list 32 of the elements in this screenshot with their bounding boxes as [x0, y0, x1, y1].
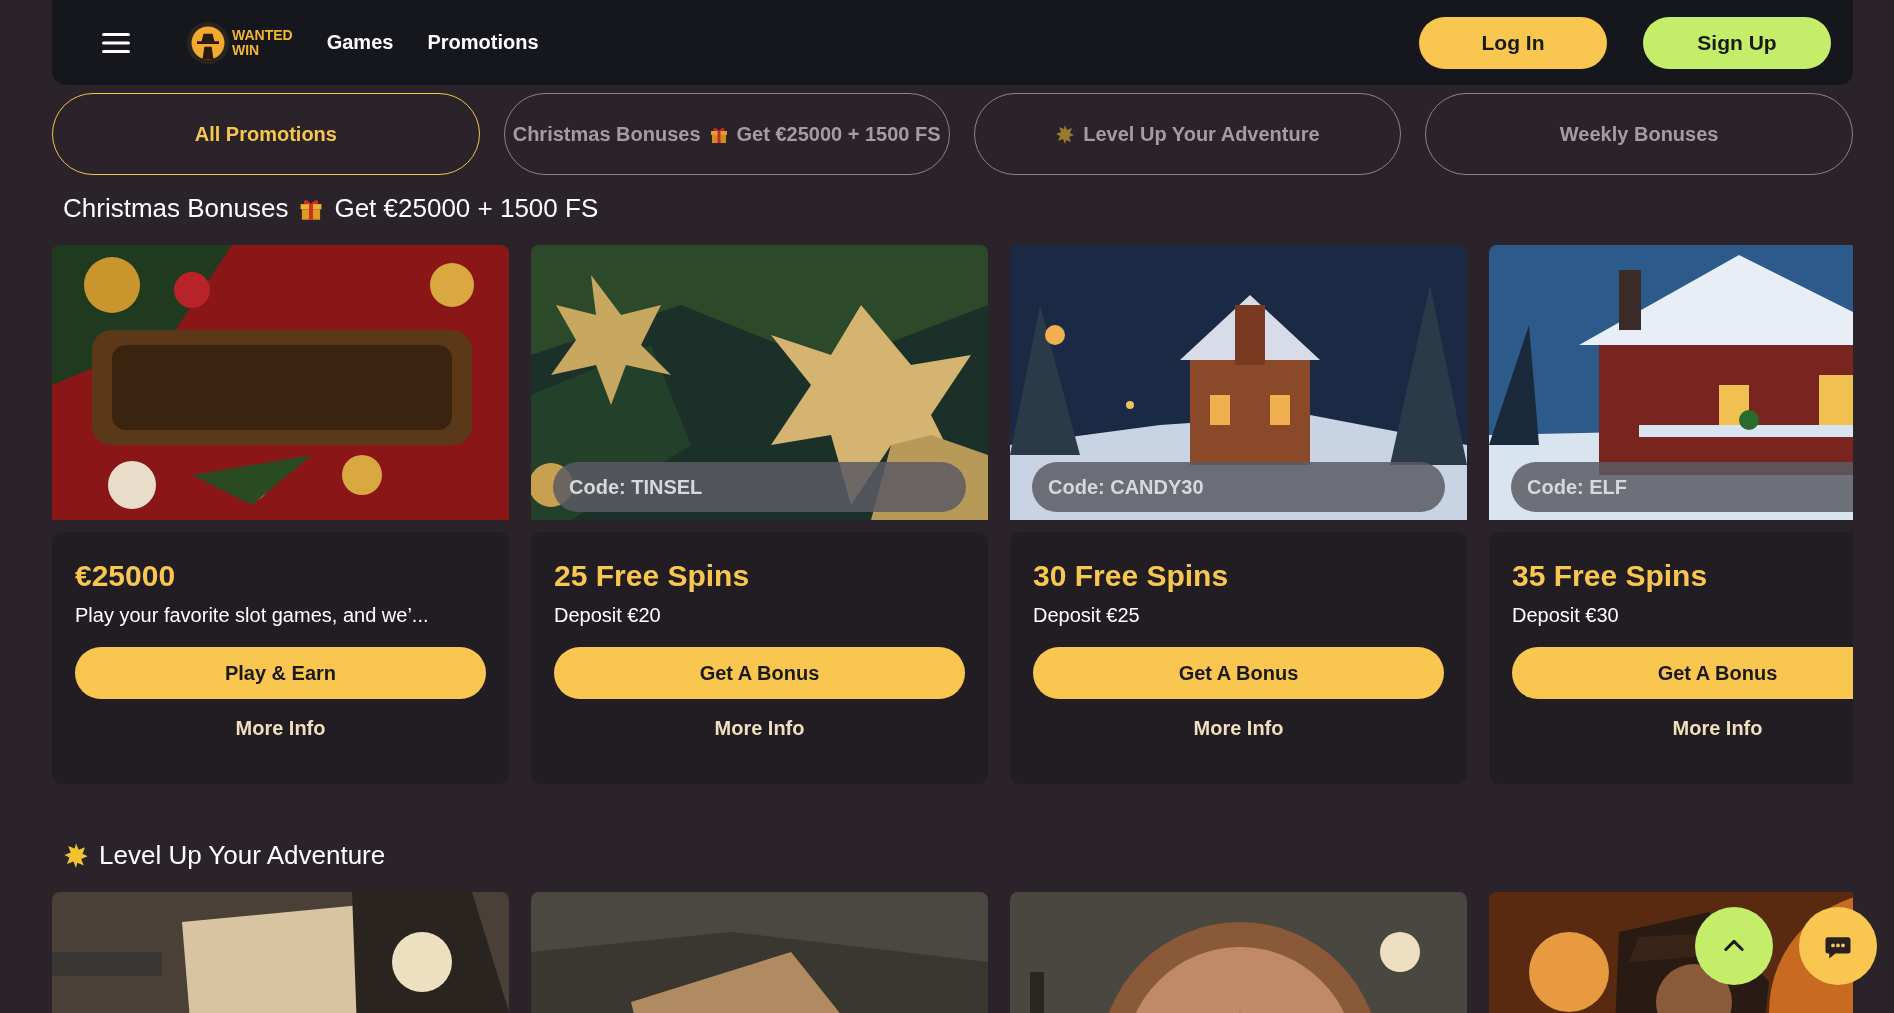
bonus-button[interactable]: Get A Bonus [1033, 647, 1444, 699]
more-info-link[interactable]: More Info [1672, 717, 1763, 740]
bonus-description: Deposit €30 [1512, 604, 1620, 627]
bonus-description: Play your favorite slot games, and we’... [75, 604, 430, 627]
more-info-link[interactable]: More Info [714, 717, 805, 740]
log-in-button[interactable]: Log In [1419, 16, 1607, 69]
bonus-description: Deposit €25 [1033, 604, 1141, 627]
bonus-button[interactable]: Play & Earn [75, 647, 486, 699]
menu-icon[interactable] [102, 31, 130, 54]
cowboy-logo-icon[interactable] [186, 20, 230, 65]
logo-text[interactable]: WANTED [232, 27, 293, 43]
bonus-amount: 35 Free Spins [1512, 558, 1709, 594]
starburst-icon [1055, 124, 1076, 144]
bonus-button[interactable]: Get A Bonus [554, 647, 965, 699]
promo-code-label: Code: TINSEL [553, 462, 966, 512]
nav-link[interactable]: Games [326, 31, 394, 54]
bonus-amount: 25 Free Spins [554, 558, 751, 594]
bonus-amount: 30 Free Spins [1033, 558, 1230, 594]
bonus-button[interactable]: Get A Bonus [1512, 647, 1853, 699]
section-title: Level Up Your Adventure [99, 839, 386, 871]
promo-code-label: Code: CANDY30 [1032, 462, 1445, 512]
more-info-link[interactable]: More Info [235, 717, 326, 740]
bonus-description: Deposit €20 [554, 604, 662, 627]
section-title: Get €25000 + 1500 FS [334, 192, 599, 224]
more-info-link[interactable]: More Info [1193, 717, 1284, 740]
logo-text[interactable]: WIN [232, 42, 293, 58]
sign-up-button[interactable]: Sign Up [1643, 16, 1831, 69]
promo-code-label: Code: ELF [1511, 462, 1853, 512]
starburst-icon [63, 842, 89, 868]
bonus-amount: €25000 [75, 558, 177, 594]
section-title: Christmas Bonuses [63, 192, 289, 224]
nav-link[interactable]: Promotions [427, 31, 539, 54]
